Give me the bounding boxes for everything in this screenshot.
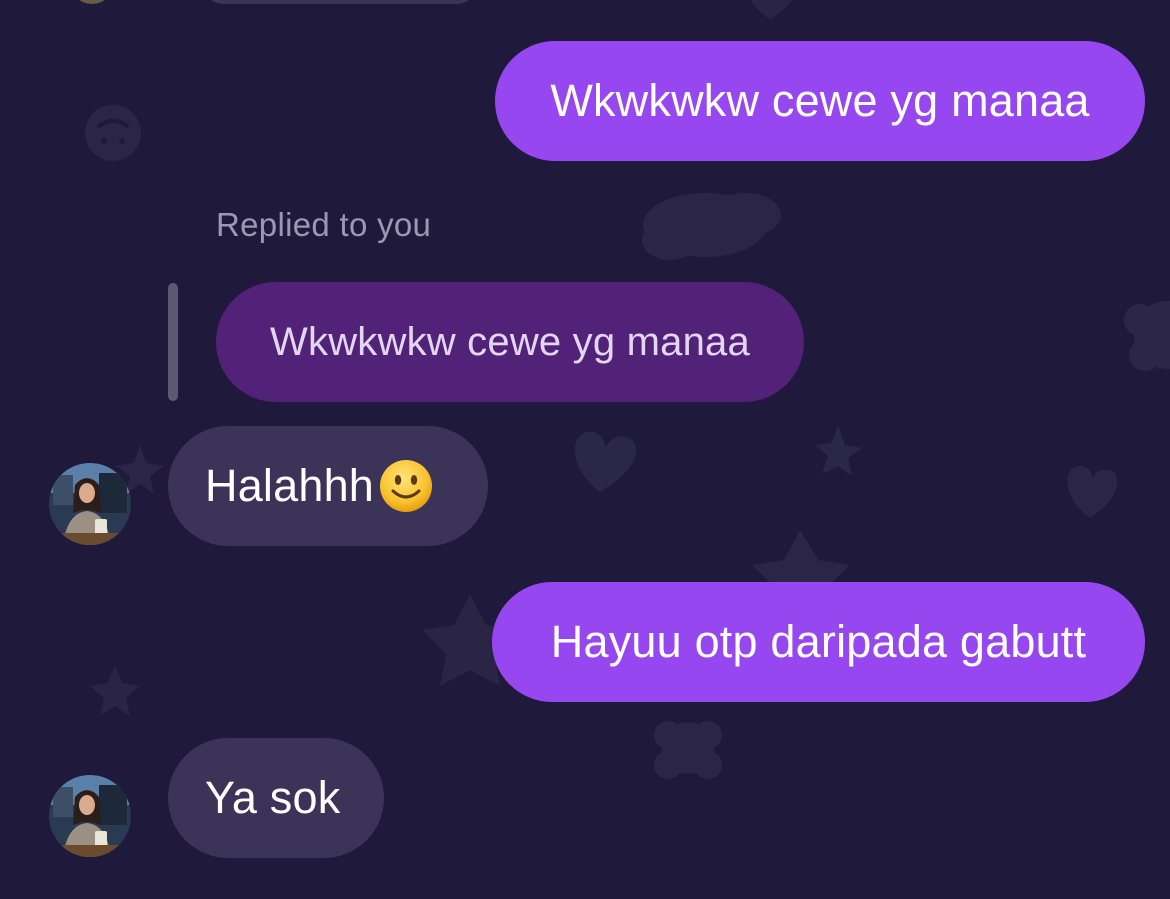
message-bubble-outgoing[interactable]: Wkwkwkw cewe yg manaa <box>495 41 1145 161</box>
heart-doodle-icon <box>750 0 793 20</box>
avatar[interactable] <box>49 463 131 545</box>
quote-bar <box>168 283 178 401</box>
message-text: Halahhh <box>205 460 375 511</box>
flower-doodle-icon <box>654 721 722 779</box>
profile-photo-icon <box>49 775 131 857</box>
quoted-message-bubble[interactable]: Wkwkwkw cewe yg manaa <box>216 282 804 402</box>
flower-doodle-icon <box>1124 301 1170 371</box>
message-bubble-incoming[interactable]: Ya sok <box>168 738 384 858</box>
quoted-message-text: Wkwkwkw cewe yg manaa <box>270 319 750 364</box>
avatar[interactable] <box>70 0 114 4</box>
message-text: Hayuu otp daripada gabutt <box>550 616 1087 667</box>
star-doodle-icon <box>815 425 862 476</box>
smiley-doodle-icon <box>85 105 141 161</box>
heart-doodle-icon <box>574 431 637 492</box>
profile-photo-icon <box>49 463 131 545</box>
avatar[interactable] <box>49 775 131 857</box>
slightly-smiling-face-icon <box>380 460 433 512</box>
message-bubble-outgoing[interactable]: Hayuu otp daripada gabutt <box>492 582 1145 702</box>
star-doodle-icon <box>90 665 140 716</box>
message-text: Wkwkwkw cewe yg manaa <box>550 75 1090 126</box>
heart-doodle-icon <box>1067 465 1118 518</box>
message-bubble-incoming[interactable] <box>200 0 480 4</box>
reply-context-label: Replied to you <box>216 206 432 243</box>
cloud-doodle-icon <box>642 193 781 260</box>
message-bubble-incoming[interactable]: Halahhh <box>168 426 488 546</box>
message-text: Ya sok <box>205 772 341 823</box>
